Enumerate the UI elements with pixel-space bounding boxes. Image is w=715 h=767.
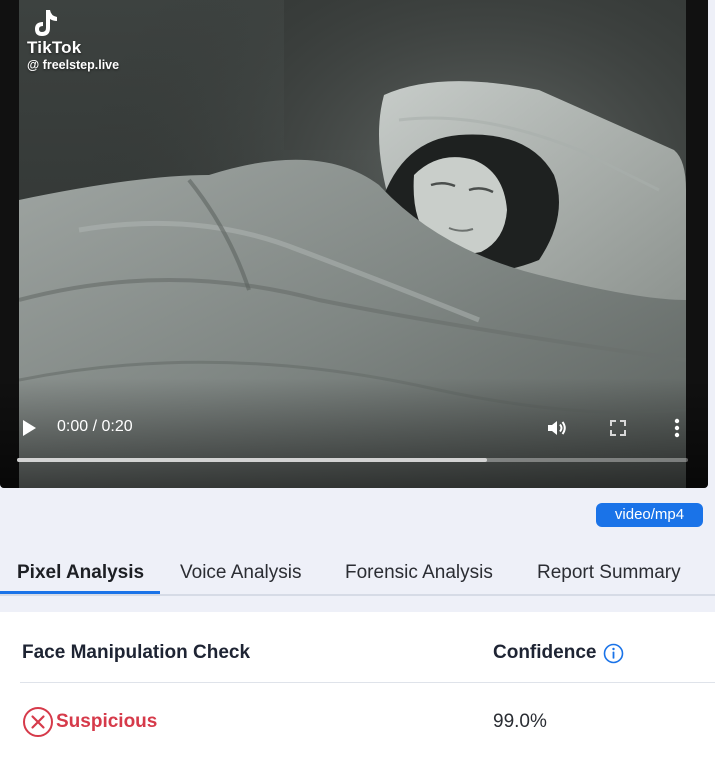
column-header-check: Face Manipulation Check [22, 642, 251, 663]
tab-pixel-analysis[interactable]: Pixel Analysis [17, 562, 144, 584]
play-icon[interactable] [20, 418, 38, 438]
tab-forensic-analysis[interactable]: Forensic Analysis [345, 562, 493, 584]
tiktok-brand-text: TikTok [27, 38, 82, 57]
tab-report-summary[interactable]: Report Summary [537, 562, 681, 584]
table-divider [20, 682, 715, 683]
column-header-confidence: Confidence [493, 642, 597, 663]
info-icon[interactable] [603, 643, 624, 664]
active-tab-indicator [0, 591, 160, 594]
more-vert-icon[interactable] [670, 416, 684, 440]
video-progress-fill [17, 458, 487, 462]
tiktok-handle-text: @ freelstep.live [27, 58, 120, 72]
tiktok-logo-icon [35, 10, 57, 36]
results-table-header: Face Manipulation Check Confidence [0, 630, 715, 682]
analysis-tabs: Pixel Analysis Voice Analysis Forensic A… [0, 554, 715, 596]
video-time: 0:00 / 0:20 [57, 418, 133, 435]
status-label: Suspicious [56, 711, 158, 732]
volume-icon[interactable] [545, 416, 569, 440]
video-player[interactable]: TikTok @ freelstep.live 0:00 / 0:20 [0, 0, 708, 488]
confidence-value: 99.0% [493, 711, 547, 732]
video-progress-bar[interactable] [17, 458, 688, 462]
fullscreen-icon[interactable] [608, 418, 628, 438]
tiktok-watermark: TikTok @ freelstep.live [27, 6, 119, 72]
preview-panel: TikTok @ freelstep.live 0:00 / 0:20 vide… [0, 0, 715, 612]
mime-type-badge: video/mp4 [596, 503, 703, 527]
tab-voice-analysis[interactable]: Voice Analysis [180, 562, 301, 584]
x-circle-icon [23, 707, 53, 737]
